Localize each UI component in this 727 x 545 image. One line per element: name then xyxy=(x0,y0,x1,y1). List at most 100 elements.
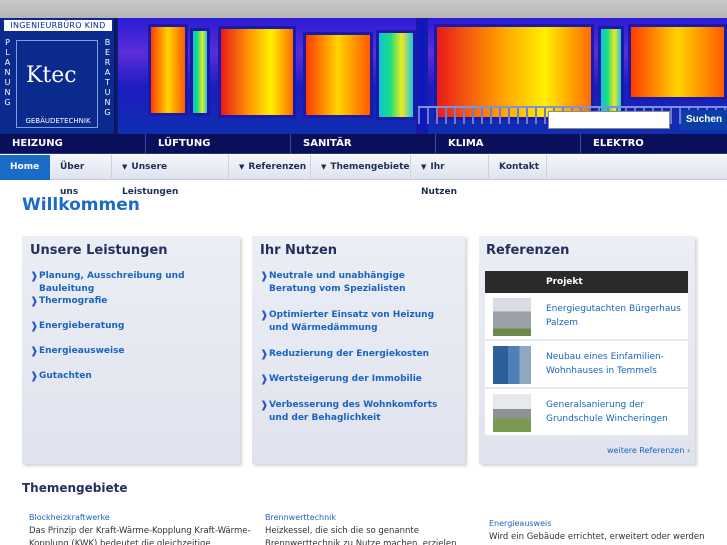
link-arrow-icon: ❱ xyxy=(260,271,269,282)
link-text: Gutachten xyxy=(39,371,92,381)
nav-kontakt[interactable]: Kontakt xyxy=(489,155,547,180)
referenz-thumbnail[interactable] xyxy=(493,298,531,336)
leistungen-link[interactable]: ❱ Thermografie xyxy=(30,295,107,308)
nutzen-box: Ihr Nutzen ❱ Neutrale und unabhängige Ber… xyxy=(252,236,465,464)
link-text: Wertsteigerung der Immobilie xyxy=(269,374,422,384)
thermal-window xyxy=(376,30,416,120)
thermal-window xyxy=(190,28,210,116)
logo-letter: N xyxy=(104,98,111,107)
more-references-link[interactable]: weitere Referenzen › xyxy=(607,446,690,455)
link-arrow-icon: ❱ xyxy=(260,374,269,385)
logo-letter: U xyxy=(104,88,111,97)
nutzen-link[interactable]: ❱ Reduzierung der Energiekosten xyxy=(260,348,429,361)
referenz-link[interactable]: Energiegutachten Bürgerhaus Palzem xyxy=(546,302,681,330)
nutzen-link[interactable]: ❱ Optimierter Einsatz von Heizung und Wär… xyxy=(260,309,455,335)
themengebiet-link[interactable]: Energieausweis xyxy=(489,519,714,528)
category-bar: HEIZUNG LÜFTUNG SANITÄR KLIMA ELEKTRO xyxy=(0,134,727,154)
referenz-row[interactable]: Generalsanierung der Grundschule Wincher… xyxy=(485,389,688,437)
referenz-row[interactable]: Energiegutachten Bürgerhaus Palzem xyxy=(485,293,688,341)
logo-letter: N xyxy=(4,68,11,77)
logo-company-label: INGENIEURBÜRO KIND xyxy=(4,20,112,31)
link-text: Verbesserung des Wohnkomforts und der Be… xyxy=(269,400,438,423)
nutzen-link[interactable]: ❱ Wertsteigerung der Immobilie xyxy=(260,373,422,386)
themengebiet-text: Das Prinzip der Kraft-Wärme-Kopplung Kra… xyxy=(29,526,251,545)
link-text: Reduzierung der Energiekosten xyxy=(269,349,430,359)
logo-letter: A xyxy=(104,68,111,77)
logo-subtitle: GEBÄUDETECHNIK xyxy=(25,117,91,125)
leistungen-link[interactable]: ❱ Energieausweise xyxy=(30,345,125,358)
main-nav: Home Über uns ▼ Unsere Leistungen ▼ Refere… xyxy=(0,155,727,197)
nutzen-link[interactable]: ❱ Verbesserung des Wohnkomforts und der B… xyxy=(260,399,455,425)
category-klima[interactable]: KLIMA xyxy=(435,134,580,154)
nav-ihr-nutzen[interactable]: ▼ Ihr Nutzen xyxy=(411,155,489,197)
themengebiet-item: Brennwerttechnik Heizkessel, die sich di… xyxy=(265,513,465,545)
link-text: Planung, Ausschreibung und Bauleitung xyxy=(39,271,185,294)
nav-label: Themengebiete xyxy=(330,162,410,172)
link-arrow-icon: ❱ xyxy=(30,271,39,282)
page-title: Willkommen xyxy=(22,195,140,215)
category-sanitaer[interactable]: SANITÄR xyxy=(290,134,435,154)
link-arrow-icon: ❱ xyxy=(30,296,39,307)
themengebiet-item: Energieausweis Wird ein Gebäude errichte… xyxy=(489,519,714,544)
nav-ueber-uns[interactable]: Über uns xyxy=(50,155,112,197)
thermal-window xyxy=(303,32,373,118)
referenzen-table: Projekt Energiegutachten Bürgerhaus Palz… xyxy=(485,271,688,437)
referenz-row[interactable]: Neubau eines Einfamilien-Wohnhauses in T… xyxy=(485,341,688,389)
leistungen-link[interactable]: ❱ Gutachten xyxy=(30,370,92,383)
logo-letter: P xyxy=(5,38,10,47)
link-arrow-icon: ❱ xyxy=(30,346,39,357)
logo-letter: A xyxy=(4,58,11,67)
nav-themengebiete[interactable]: ▼ Themengebiete xyxy=(311,155,411,180)
logo-letter: G xyxy=(4,98,11,107)
nutzen-link[interactable]: ❱ Neutrale und unabhängige Beratung vom S… xyxy=(260,270,455,296)
themengebiet-text: Heizkessel, die sich die so genannte Bre… xyxy=(265,526,457,545)
site-header: INGENIEURBÜRO KIND PLANUNG BERATUNG Ktec… xyxy=(0,18,727,134)
referenz-link[interactable]: Generalsanierung der Grundschule Wincher… xyxy=(546,398,681,426)
logo-letter: G xyxy=(104,108,111,117)
link-arrow-icon: ❱ xyxy=(260,349,269,360)
logo[interactable]: INGENIEURBÜRO KIND PLANUNG BERATUNG Ktec… xyxy=(0,18,116,134)
leistungen-link[interactable]: ❱ Energieberatung xyxy=(30,320,124,333)
logo-letter: N xyxy=(4,88,11,97)
themengebiete-title: Themengebiete xyxy=(22,481,128,495)
dropdown-caret-icon: ▼ xyxy=(321,163,327,171)
referenz-thumbnail[interactable] xyxy=(493,394,531,432)
nav-unsere-leistungen[interactable]: ▼ Unsere Leistungen xyxy=(112,155,229,197)
themengebiet-text: Wird ein Gebäude errichtet, erweitert od… xyxy=(489,532,705,542)
link-arrow-icon: ❱ xyxy=(30,371,39,382)
search-button[interactable]: Suchen xyxy=(681,110,727,130)
leistungen-title: Unsere Leistungen xyxy=(30,243,168,258)
logo-name: Ktec xyxy=(26,63,77,88)
category-elektro[interactable]: ELEKTRO xyxy=(580,134,727,154)
link-arrow-icon: ❱ xyxy=(260,400,269,411)
search-input[interactable] xyxy=(548,111,670,129)
referenz-thumbnail[interactable] xyxy=(493,346,531,384)
themengebiet-link[interactable]: Blockheizkraftwerke xyxy=(29,513,254,522)
themengebiet-item: Blockheizkraftwerke Das Prinzip der Kraf… xyxy=(29,513,254,545)
dropdown-caret-icon: ▼ xyxy=(239,163,245,171)
nav-label: Unsere Leistungen xyxy=(122,162,179,197)
category-heizung[interactable]: HEIZUNG xyxy=(0,134,145,154)
logo-letter: E xyxy=(104,48,111,57)
logo-letter: B xyxy=(104,38,111,47)
nav-label: Kontakt xyxy=(499,162,540,172)
thermal-window xyxy=(628,24,727,100)
logo-letter: T xyxy=(105,78,110,87)
nav-label: Referenzen xyxy=(248,162,307,172)
category-lueftung[interactable]: LÜFTUNG xyxy=(145,134,290,154)
leistungen-link[interactable]: ❱ Planung, Ausschreibung und Bauleitung xyxy=(30,270,240,296)
nutzen-title: Ihr Nutzen xyxy=(260,243,338,258)
logo-letter: R xyxy=(104,58,111,67)
themengebiet-link[interactable]: Brennwerttechnik xyxy=(265,513,465,522)
referenzen-title: Referenzen xyxy=(486,243,570,258)
dropdown-caret-icon: ▼ xyxy=(122,163,128,171)
nav-home[interactable]: Home xyxy=(0,155,50,180)
referenz-link[interactable]: Neubau eines Einfamilien-Wohnhauses in T… xyxy=(546,350,681,378)
nav-label: Home xyxy=(10,162,40,172)
browser-top-strip xyxy=(0,0,727,18)
nav-referenzen[interactable]: ▼ Referenzen xyxy=(229,155,311,180)
link-arrow-icon: ❱ xyxy=(30,321,39,332)
thermal-window xyxy=(218,26,296,118)
logo-letter: L xyxy=(5,48,10,57)
thermal-window xyxy=(148,24,188,116)
